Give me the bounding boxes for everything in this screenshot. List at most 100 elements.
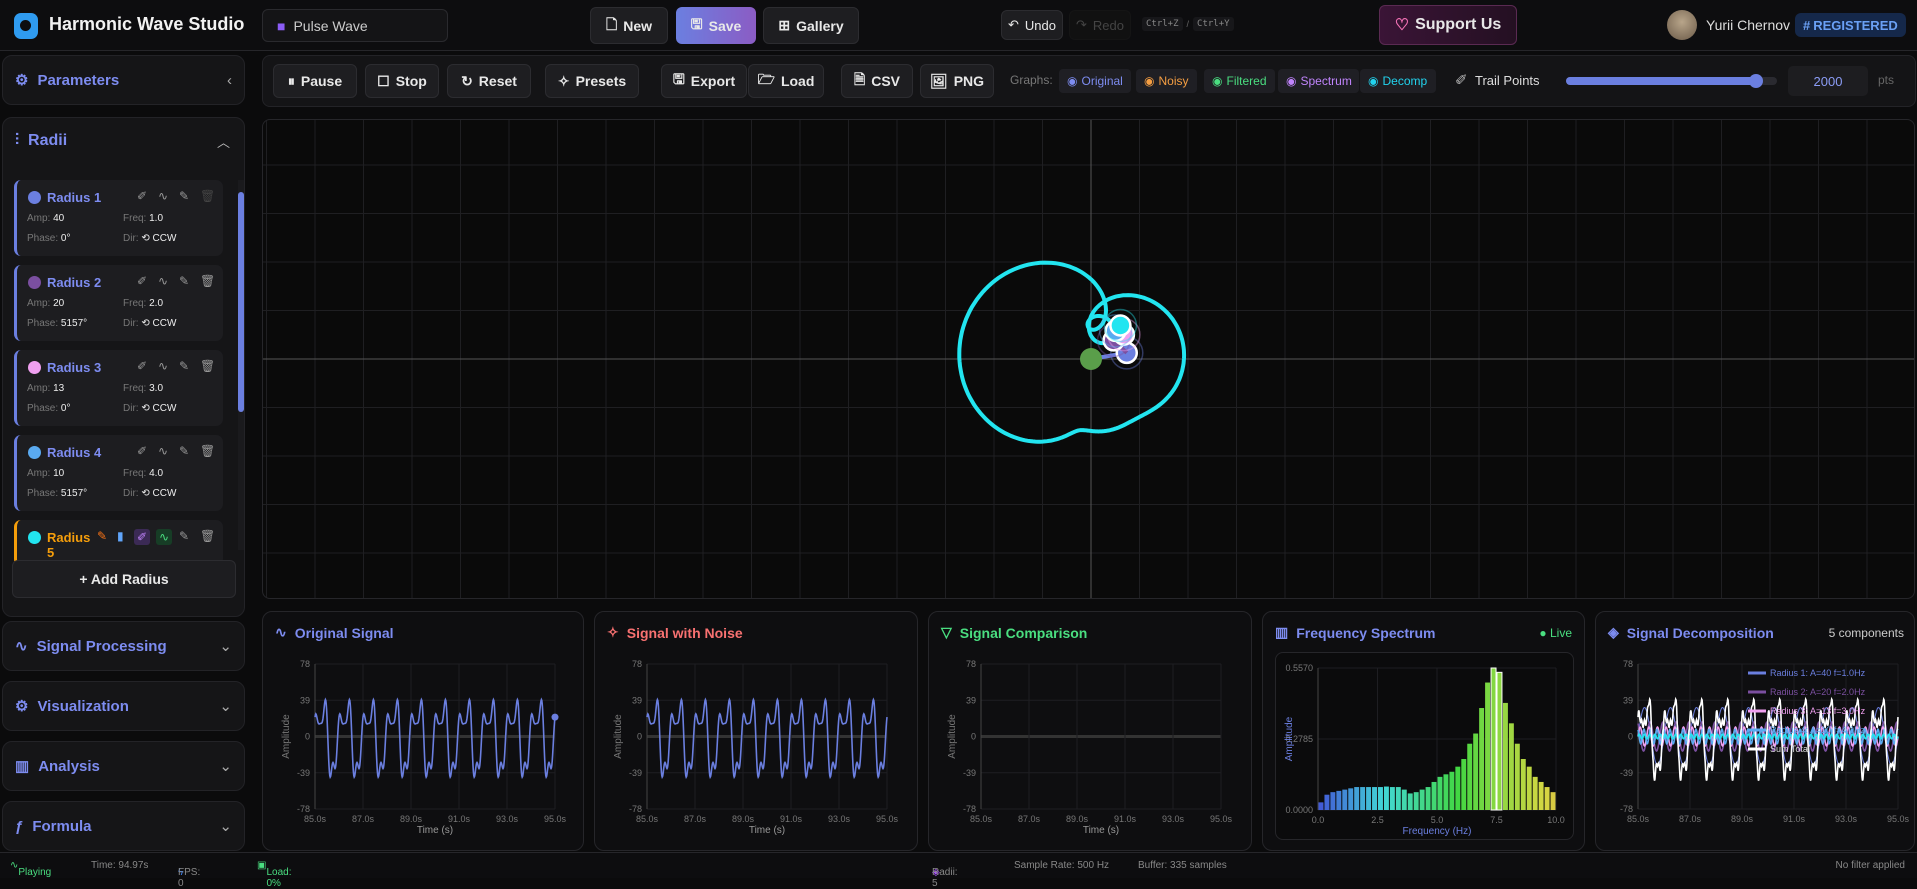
add-radius-button[interactable]: + Add Radius (12, 560, 236, 598)
trash-icon[interactable]: 🗑 (200, 444, 215, 458)
section-formula[interactable]: ƒ Formula ⌄ (2, 801, 245, 851)
y-tick-label: -78 (963, 804, 976, 814)
eye-icon: ◉ (1212, 74, 1223, 88)
spectrum-bar (1538, 781, 1544, 810)
legend-entry: Radius 1: A=40 f=1.0Hz (1770, 668, 1866, 678)
section-signal-processing[interactable]: ∿ Signal Processing ⌄ (2, 621, 245, 671)
trail-unit: pts (1878, 73, 1895, 87)
spectrum-bar (1508, 723, 1514, 810)
wave-icon[interactable]: ∿ (158, 359, 168, 373)
direction-value: ⟲ CCW (141, 488, 177, 499)
radius-color-swatch[interactable] (28, 276, 41, 289)
graph-toggle-spectrum[interactable]: ◉ Spectrum (1278, 69, 1359, 93)
signal-comparison-panel: ▽ Signal Comparison 78 39 0 -39 -78 85.0s 87.0s 8… (928, 611, 1252, 851)
trail-points-slider[interactable] (1566, 74, 1777, 88)
x-tick-label: 85.0s (636, 814, 659, 824)
section-icon: ƒ (15, 817, 24, 835)
radius-card[interactable]: Radius 4 ✐ ∿ ✎ 🗑 Amp: 10 Freq: 4.0 Phase:… (14, 435, 223, 511)
trash-icon[interactable]: 🗑 (200, 274, 215, 288)
png-button[interactable]: 🖼 PNG (920, 64, 994, 98)
load-icon: 🗁 (757, 71, 775, 87)
parameters-header[interactable]: ⚙ Parameters ‹ (2, 55, 245, 105)
trash-icon[interactable]: 🗑 (200, 529, 215, 543)
wave-icon[interactable]: ∿ (156, 529, 173, 545)
spectrum-bar (1485, 682, 1491, 810)
radius-card[interactable]: Radius 3 ✐ ∿ ✎ 🗑 Amp: 13 Freq: 3.0 Phase:… (14, 350, 223, 426)
radius-color-swatch[interactable] (28, 361, 41, 374)
chart-icon[interactable]: ▮ (117, 529, 124, 543)
support-us-button[interactable]: ♡ Support Us (1379, 5, 1517, 45)
collapse-radii-icon[interactable]: ︿ (217, 132, 230, 151)
radius-card[interactable]: Radius 2 ✐ ∿ ✎ 🗑 Amp: 20 Freq: 2.0 Phase:… (14, 265, 223, 341)
edit-icon[interactable]: ✎ (179, 444, 189, 458)
trail-points-input[interactable]: 2000 (1788, 66, 1868, 96)
radius-card[interactable]: Radius 1 ✐ ∿ ✎ 🗑 Amp: 40 Freq: 1.0 Phase:… (14, 180, 223, 256)
collapse-sidebar-icon[interactable]: ‹ (227, 72, 232, 89)
edit-icon[interactable]: ✎ (179, 529, 189, 543)
section-icon: ⚙ (15, 698, 29, 715)
wave-icon[interactable]: ∿ (158, 444, 168, 458)
section-analysis[interactable]: ▥ Analysis ⌄ (2, 741, 245, 791)
draw-icon[interactable]: ✐ (137, 444, 147, 458)
x-tick-label: 93.0s (1835, 814, 1858, 824)
new-button[interactable]: 🗋 New (590, 7, 668, 44)
avatar[interactable] (1667, 10, 1697, 40)
y-tick-label: 39 (1623, 695, 1633, 705)
save-button[interactable]: 🖫 Save (676, 7, 756, 44)
pause-button[interactable]: ⏸ Pause (273, 64, 357, 98)
spectrum-bar (1473, 733, 1479, 810)
y-tick-label: -78 (629, 804, 642, 814)
app-header: Harmonic Wave Studio ■ Pulse Wave 🗋 New 🖫 S… (0, 0, 1917, 51)
radius-color-swatch[interactable] (28, 531, 41, 544)
stop-button[interactable]: ☐ Stop (365, 64, 439, 98)
export-button[interactable]: 🖫 Export (661, 64, 747, 98)
load-readout: ▣ Load: 0% (257, 860, 292, 889)
section-visualization[interactable]: ⚙ Visualization ⌄ (2, 681, 245, 731)
draw-icon[interactable]: ✐ (137, 274, 147, 288)
pencil-color-icon[interactable]: ✎ (97, 529, 107, 543)
epicycle-canvas[interactable] (262, 119, 1915, 599)
section-icon: ▥ (15, 758, 30, 775)
gallery-button[interactable]: ⊞ Gallery (763, 7, 859, 44)
reset-button[interactable]: ↻ Reset (447, 64, 531, 98)
edit-icon[interactable]: ✎ (179, 359, 189, 373)
x-tick-label: 89.0s (1731, 814, 1754, 824)
phase-value: 5157° (60, 488, 88, 499)
app-logo (14, 13, 38, 39)
pen-icon: ✐ (1455, 72, 1468, 89)
presets-button[interactable]: ✧ Presets (545, 64, 639, 98)
center-point (1080, 348, 1102, 370)
trash-icon[interactable]: 🗑 (200, 189, 215, 203)
edit-icon[interactable]: ✎ (179, 189, 189, 203)
y-tick-label: 78 (632, 659, 642, 669)
draw-icon[interactable]: ✐ (137, 359, 147, 373)
radius-name: Radius 2 (47, 275, 102, 290)
y-tick-label: -39 (963, 768, 976, 778)
graph-toggle-decomp[interactable]: ◉ Decomp (1360, 69, 1436, 93)
load-button[interactable]: 🗁 Load (748, 64, 824, 98)
redo-button[interactable]: ↷ Redo (1069, 10, 1131, 40)
graph-toggle-original[interactable]: ◉ Original (1059, 69, 1131, 93)
x-tick-label: 93.0s (496, 814, 519, 824)
spectrum-bar (1407, 793, 1413, 810)
preset-name-input[interactable]: ■ Pulse Wave (262, 9, 448, 42)
spectrum-bar (1467, 743, 1473, 810)
graph-toggle-filtered[interactable]: ◉ Filtered (1204, 69, 1275, 93)
undo-button[interactable]: ↶ Undo (1001, 10, 1063, 40)
wave-icon[interactable]: ∿ (158, 189, 168, 203)
wave-icon[interactable]: ∿ (158, 274, 168, 288)
pause-icon: ⏸ (287, 72, 295, 89)
signal-line (646, 697, 888, 780)
draw-icon[interactable]: ✐ (137, 189, 147, 203)
x-tick-label: 91.0s (1114, 814, 1137, 824)
y-tick-label: 0 (305, 732, 310, 742)
graph-toggle-noisy[interactable]: ◉ Noisy (1136, 69, 1197, 93)
draw-icon[interactable]: ✐ (134, 529, 151, 545)
chevron-down-icon: ⌄ (219, 818, 232, 835)
edit-icon[interactable]: ✎ (179, 274, 189, 288)
radius-color-swatch[interactable] (28, 446, 41, 459)
trash-icon[interactable]: 🗑 (200, 359, 215, 373)
radii-scrollbar[interactable] (238, 180, 244, 550)
radius-color-swatch[interactable] (28, 191, 41, 204)
csv-button[interactable]: 🗎 CSV (841, 64, 913, 98)
